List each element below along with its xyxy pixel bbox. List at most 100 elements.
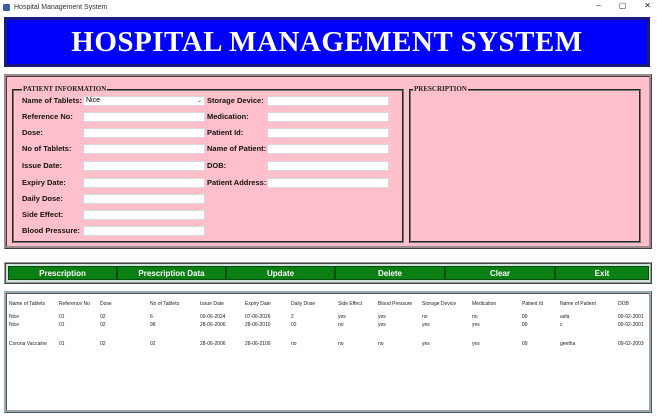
table-cell[interactable]: 02: [100, 341, 106, 347]
table-cell[interactable]: Corona Vaccaine: [9, 341, 47, 347]
table-cell[interactable]: no: [378, 341, 384, 347]
table-cell[interactable]: 28-06-2010: [245, 322, 271, 328]
table-column-header[interactable]: Name of Patient: [560, 301, 596, 307]
chevron-down-icon[interactable]: ⌄: [197, 97, 202, 105]
table-cell[interactable]: 02: [100, 322, 106, 328]
table-cell[interactable]: 6: [150, 314, 153, 320]
table-cell[interactable]: 09: [522, 322, 528, 328]
reference-no-label: Reference No:: [22, 112, 73, 121]
table-cell[interactable]: 01: [59, 341, 65, 347]
dose-label: Dose:: [22, 128, 43, 137]
expiry-date-label: Expiry Date:: [22, 178, 66, 187]
table-cell[interactable]: 98: [150, 322, 156, 328]
patient-info-legend: PATIENT INFORMATION: [22, 85, 108, 93]
table-column-header[interactable]: Name of Tablets: [9, 301, 45, 307]
patient-address-field[interactable]: [267, 178, 389, 188]
table-cell[interactable]: no: [338, 322, 344, 328]
table-cell[interactable]: 09: [522, 341, 528, 347]
name-of-patient-field[interactable]: [267, 144, 389, 154]
table-cell[interactable]: 28-06-2109: [245, 341, 271, 347]
patient-id-label: Patient Id:: [207, 128, 244, 137]
side-effect-field[interactable]: [83, 210, 205, 220]
prescription-button[interactable]: Prescription: [8, 266, 117, 280]
table-cell[interactable]: no: [472, 314, 478, 320]
table-cell[interactable]: c: [560, 322, 563, 328]
table-column-header[interactable]: Storage Device: [422, 301, 456, 307]
table-cell[interactable]: 02: [100, 314, 106, 320]
table-column-header[interactable]: Daily Dose: [291, 301, 315, 307]
daily-dose-label: Daily Dose:: [22, 194, 63, 203]
table-cell[interactable]: yes: [338, 314, 346, 320]
blood-pressure-field[interactable]: [83, 226, 205, 236]
no-of-tablets-label: No of Tablets:: [22, 144, 72, 153]
table-cell[interactable]: yes: [422, 322, 430, 328]
table-cell[interactable]: Nice: [9, 322, 19, 328]
table-cell[interactable]: 09: [522, 314, 528, 320]
table-column-header[interactable]: Patient Id: [522, 301, 543, 307]
name-of-tablets-combobox[interactable]: Nice ⌄: [83, 96, 205, 106]
close-icon[interactable]: ✕: [644, 1, 651, 10]
table-cell[interactable]: 09-02-2003: [618, 341, 644, 347]
table-cell[interactable]: 01: [59, 322, 65, 328]
issue-date-field[interactable]: [83, 161, 205, 171]
medication-label: Medication:: [207, 112, 249, 121]
name-of-tablets-value: Nice: [86, 97, 101, 104]
dob-field[interactable]: [267, 161, 389, 171]
expiry-date-field[interactable]: [83, 178, 205, 188]
blood-pressure-label: Blood Pressure:: [22, 226, 80, 235]
table-cell[interactable]: 09-02-2001: [618, 322, 644, 328]
table-cell[interactable]: no: [338, 341, 344, 347]
table-column-header[interactable]: Expiry Date: [245, 301, 271, 307]
maximize-icon[interactable]: ▢: [619, 1, 627, 10]
table-cell[interactable]: yes: [422, 341, 430, 347]
issue-date-label: Issue Date:: [22, 161, 63, 170]
table-column-header[interactable]: DOB: [618, 301, 629, 307]
table-cell[interactable]: no: [291, 341, 297, 347]
name-of-patient-label: Name of Patient:: [207, 144, 267, 153]
medication-field[interactable]: [267, 112, 389, 122]
storage-device-field[interactable]: [267, 96, 389, 106]
table-column-header[interactable]: Side Effect: [338, 301, 362, 307]
table-cell[interactable]: yes: [472, 341, 480, 347]
no-of-tablets-field[interactable]: [83, 144, 205, 154]
table-cell[interactable]: 28-06-2006: [200, 341, 226, 347]
prescription-legend: PRESCRIPTION: [413, 85, 468, 93]
table-cell[interactable]: 28-06-2006: [200, 322, 226, 328]
table-cell[interactable]: Nice: [9, 314, 19, 320]
table-cell[interactable]: asfa: [560, 314, 569, 320]
window-title: Hospital Management System: [14, 3, 108, 11]
table-cell[interactable]: yes: [378, 322, 386, 328]
prescription-text-area[interactable]: [414, 93, 636, 239]
table-column-header[interactable]: Blood Pressure: [378, 301, 412, 307]
table-cell[interactable]: 09-06-2024: [200, 314, 226, 320]
patient-address-label: Patient Address:: [207, 178, 267, 187]
table-cell[interactable]: 02: [150, 341, 156, 347]
minimize-icon[interactable]: –: [596, 1, 600, 10]
table-cell[interactable]: 01: [59, 314, 65, 320]
records-table[interactable]: [4, 291, 652, 413]
side-effect-label: Side Effect:: [22, 210, 64, 219]
table-cell[interactable]: 07-06-2026: [245, 314, 271, 320]
clear-button[interactable]: Clear: [445, 266, 555, 280]
dose-field[interactable]: [83, 128, 205, 138]
table-cell[interactable]: 2: [291, 314, 294, 320]
table-column-header[interactable]: Dose: [100, 301, 112, 307]
header-banner: HOSPITAL MANAGEMENT SYSTEM: [4, 17, 650, 67]
prescription-data-button[interactable]: Prescription Data: [117, 266, 226, 280]
table-column-header[interactable]: No of Tablets: [150, 301, 179, 307]
patient-id-field[interactable]: [267, 128, 389, 138]
table-column-header[interactable]: Reference No: [59, 301, 90, 307]
table-cell[interactable]: yes: [472, 322, 480, 328]
reference-no-field[interactable]: [83, 112, 205, 122]
table-cell[interactable]: geetha: [560, 341, 575, 347]
table-cell[interactable]: 09-02-2001: [618, 314, 644, 320]
delete-button[interactable]: Delete: [335, 266, 445, 280]
table-column-header[interactable]: Issue Date: [200, 301, 224, 307]
exit-button[interactable]: Exit: [555, 266, 649, 280]
table-cell[interactable]: 02: [291, 322, 297, 328]
update-button[interactable]: Update: [226, 266, 335, 280]
table-cell[interactable]: no: [422, 314, 428, 320]
table-column-header[interactable]: Medication: [472, 301, 496, 307]
daily-dose-field[interactable]: [83, 194, 205, 204]
table-cell[interactable]: yes: [378, 314, 386, 320]
